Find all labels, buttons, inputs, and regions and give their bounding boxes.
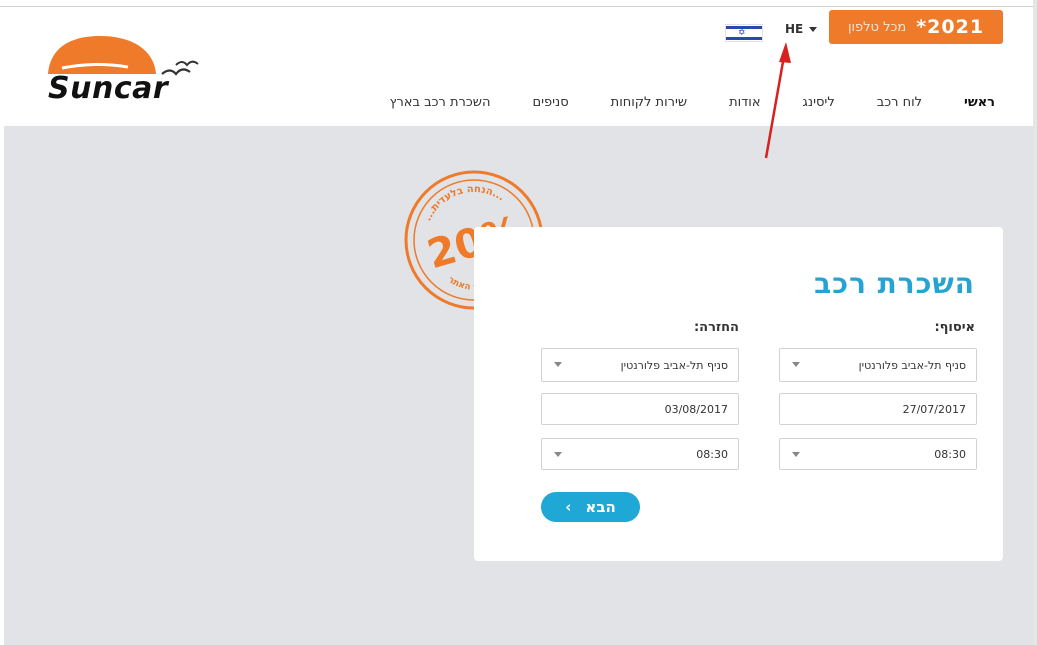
language-dropdown[interactable]: HE [785, 22, 818, 36]
nav-item-car-board[interactable]: לוח רכב [877, 95, 922, 110]
next-button-label: הבא [585, 498, 616, 516]
next-button[interactable]: ‹ הבא [541, 492, 640, 522]
pickup-branch-select[interactable]: סניף תל-אביב פלורנטין [779, 348, 977, 382]
nav-item-local-rental[interactable]: השכרת רכב בארץ [389, 95, 490, 110]
chevron-down-icon [554, 452, 562, 457]
pickup-time-select[interactable]: 08:30 [779, 438, 977, 470]
chevron-down-icon [554, 362, 562, 367]
chevron-down-icon [809, 27, 818, 32]
main-navigation: ראשי לוח רכב ליסינג אודות שירות לקוחות ס… [389, 95, 995, 110]
nav-item-about[interactable]: אודות [729, 95, 760, 110]
language-code: HE [785, 22, 804, 36]
return-time-select[interactable]: 08:30 [541, 438, 739, 470]
nav-item-branches[interactable]: סניפים [532, 95, 568, 110]
return-branch-select[interactable]: סניף תל-אביב פלורנטין [541, 348, 739, 382]
scrollbar-edge[interactable] [1033, 0, 1037, 645]
phone-label: מכל טלפון [847, 19, 907, 35]
pickup-label: איסוף: [934, 320, 975, 335]
chevron-down-icon [792, 452, 800, 457]
booking-form-card: השכרת רכב איסוף: החזרה: סניף תל-אביב פלו… [474, 227, 1003, 561]
logo-wordmark: Suncar [48, 71, 169, 106]
phone-order-button[interactable]: 2021* מכל טלפון [829, 10, 1003, 44]
pickup-date-input[interactable]: 27/07/2017 [779, 393, 977, 425]
window-top-border [0, 0, 1037, 7]
phone-number: 2021* [916, 16, 985, 38]
return-label: החזרה: [693, 320, 739, 335]
israel-flag-icon[interactable]: ✡ [725, 24, 763, 42]
chevron-left-icon: ‹ [565, 498, 572, 516]
chevron-down-icon [792, 362, 800, 367]
nav-item-leasing[interactable]: ליסינג [803, 95, 835, 110]
return-date-input[interactable]: 03/08/2017 [541, 393, 739, 425]
nav-item-customer-service[interactable]: שירות לקוחות [611, 95, 687, 110]
nav-item-home[interactable]: ראשי [964, 95, 995, 110]
form-title: השכרת רכב [814, 267, 975, 300]
